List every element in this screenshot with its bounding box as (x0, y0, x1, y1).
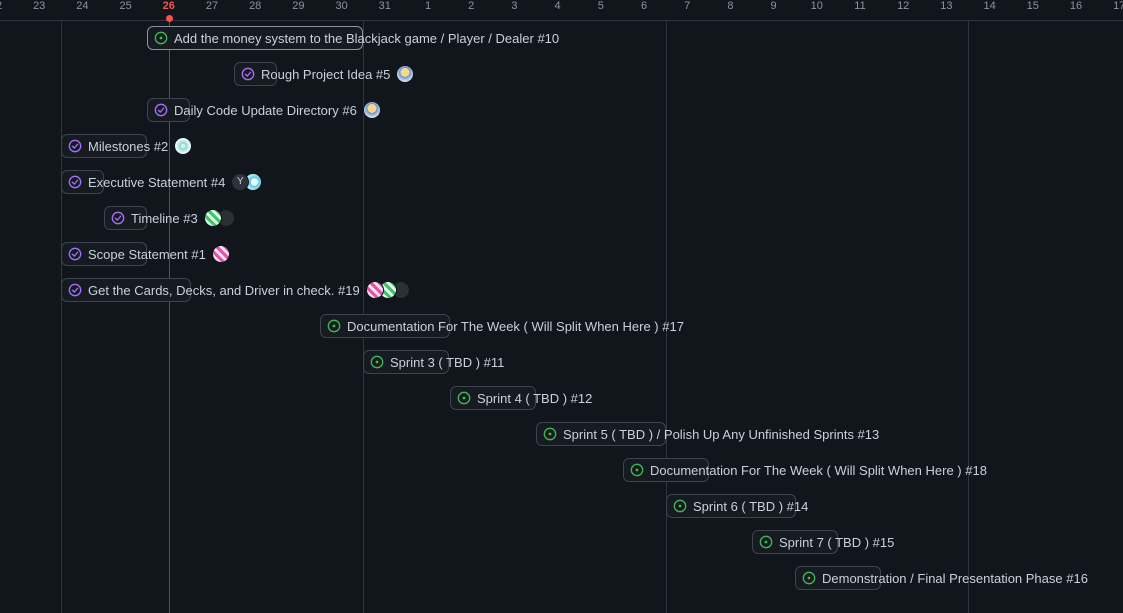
date-tick-28: 28 (249, 0, 262, 12)
issue-closed-icon (68, 139, 88, 153)
date-tick-25: 25 (119, 0, 132, 12)
date-tick-31: 31 (378, 0, 391, 12)
date-tick-1: 1 (424, 0, 432, 12)
issue-item[interactable]: Sprint 4 ( TBD ) #12 (457, 386, 592, 410)
assignee-avatars: Y (231, 173, 263, 191)
issue-title[interactable]: Documentation For The Week ( Will Split … (650, 463, 987, 478)
date-tick-23: 23 (33, 0, 46, 12)
avatar[interactable] (362, 101, 381, 119)
issue-title[interactable]: Demonstration / Final Presentation Phase… (822, 571, 1088, 586)
today-marker (166, 15, 173, 22)
issue-closed-icon (68, 283, 88, 297)
issue-title[interactable]: Sprint 3 ( TBD ) #11 (390, 355, 504, 370)
date-tick-3: 3 (511, 0, 518, 12)
issue-title[interactable]: Documentation For The Week ( Will Split … (347, 319, 684, 334)
issue-closed-icon (241, 67, 261, 81)
date-tick-29: 29 (292, 0, 305, 12)
issue-title[interactable]: Rough Project Idea #5 (261, 67, 390, 82)
avatar[interactable] (211, 245, 230, 263)
issue-open-icon (543, 427, 563, 441)
date-tick-27: 27 (205, 0, 219, 12)
issue-item[interactable]: Scope Statement #1 (68, 242, 230, 266)
assignee-avatars (174, 137, 193, 155)
issue-title[interactable]: Sprint 6 ( TBD ) #14 (693, 499, 808, 514)
assignee-avatars (396, 65, 415, 83)
issue-open-icon (370, 355, 390, 369)
issue-title[interactable]: Timeline #3 (131, 211, 198, 226)
issue-closed-icon (68, 175, 88, 189)
issue-title[interactable]: Milestones #2 (88, 139, 168, 154)
issue-item[interactable]: Sprint 3 ( TBD ) #11 (370, 350, 504, 374)
issue-title[interactable]: Add the money system to the Blackjack ga… (174, 31, 559, 46)
date-tick-24: 24 (76, 0, 89, 12)
date-tick-26: 26 (162, 0, 175, 12)
issue-item[interactable]: Daily Code Update Directory #6 (154, 98, 381, 122)
issue-item[interactable]: Sprint 5 ( TBD ) / Polish Up Any Unfinis… (543, 422, 879, 446)
issue-title[interactable]: Scope Statement #1 (88, 247, 206, 262)
avatar[interactable]: Y (231, 173, 250, 191)
issue-open-icon (457, 391, 477, 405)
issue-open-icon (327, 319, 347, 333)
date-tick-22: 22 (0, 0, 11, 12)
assignee-avatars (211, 245, 230, 263)
date-tick-13: 13 (940, 0, 953, 12)
issue-title[interactable]: Sprint 7 ( TBD ) #15 (779, 535, 894, 550)
issue-title[interactable]: Get the Cards, Decks, and Driver in chec… (88, 283, 360, 298)
issue-item[interactable]: Sprint 7 ( TBD ) #15 (759, 530, 894, 554)
avatar[interactable] (203, 209, 222, 227)
date-tick-4: 4 (554, 0, 561, 12)
date-tick-8: 8 (727, 0, 734, 12)
date-tick-12: 12 (897, 0, 910, 12)
issue-closed-icon (111, 211, 131, 225)
grid-line (61, 21, 62, 613)
issue-closed-icon (154, 103, 174, 117)
issue-item[interactable]: Sprint 6 ( TBD ) #14 (673, 494, 808, 518)
issue-item[interactable]: Get the Cards, Decks, and Driver in chec… (68, 278, 410, 302)
date-tick-30: 30 (335, 0, 348, 12)
date-tick-9: 9 (770, 0, 777, 12)
issue-item[interactable]: Add the money system to the Blackjack ga… (154, 26, 559, 50)
issue-title[interactable]: Executive Statement #4 (88, 175, 225, 190)
issue-item[interactable]: Documentation For The Week ( Will Split … (327, 314, 684, 338)
avatar-initial: Y (236, 176, 244, 187)
grid-line (968, 21, 969, 613)
issue-item[interactable]: Rough Project Idea #5 (241, 62, 415, 86)
issue-open-icon (154, 31, 174, 45)
date-tick-2: 2 (468, 0, 475, 12)
issue-open-icon (759, 535, 779, 549)
issue-title[interactable]: Sprint 4 ( TBD ) #12 (477, 391, 592, 406)
issue-open-icon (802, 571, 822, 585)
date-tick-10: 10 (810, 0, 823, 12)
issue-title[interactable]: Sprint 5 ( TBD ) / Polish Up Any Unfinis… (563, 427, 879, 442)
date-tick-7: 7 (684, 0, 691, 12)
date-tick-14: 14 (983, 0, 996, 12)
issue-title[interactable]: Daily Code Update Directory #6 (174, 103, 357, 118)
issue-item[interactable]: Executive Statement #4 Y (68, 170, 263, 194)
issue-open-icon (630, 463, 650, 477)
assignee-avatars (365, 281, 410, 299)
date-tick-5: 5 (597, 0, 604, 12)
issue-open-icon (673, 499, 693, 513)
date-tick-11: 11 (854, 0, 866, 12)
issue-item[interactable]: Timeline #3 (111, 206, 235, 230)
date-tick-15: 15 (1026, 0, 1039, 12)
assignee-avatars (362, 101, 381, 119)
issue-item[interactable]: Demonstration / Final Presentation Phase… (802, 566, 1088, 590)
avatar[interactable] (174, 137, 193, 155)
assignee-avatars (203, 209, 235, 227)
avatar[interactable] (396, 65, 415, 83)
date-tick-17: 17 (1113, 0, 1123, 12)
issue-item[interactable]: Milestones #2 (68, 134, 193, 158)
avatar[interactable] (365, 281, 384, 299)
issue-closed-icon (68, 247, 88, 261)
date-tick-16: 16 (1069, 0, 1083, 12)
issue-item[interactable]: Documentation For The Week ( Will Split … (630, 458, 987, 482)
date-tick-6: 6 (640, 0, 648, 12)
